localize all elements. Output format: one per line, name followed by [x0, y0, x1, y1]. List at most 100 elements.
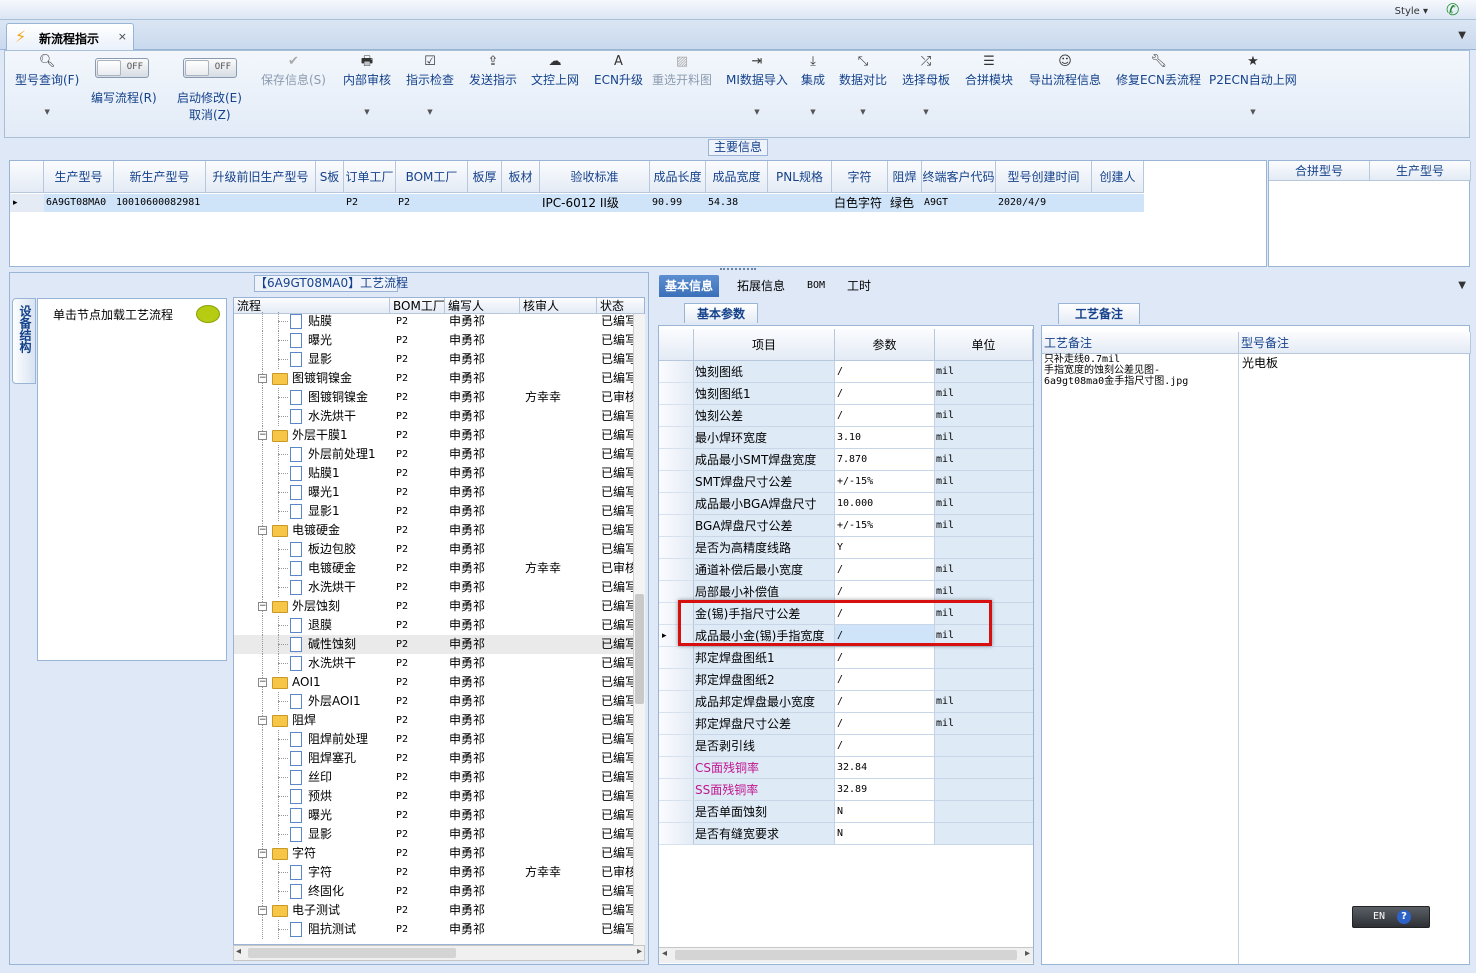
- send-button[interactable]: ⇪ 发送指示: [469, 54, 517, 88]
- tree-row[interactable]: 曝光 P2 申勇祁 已编写: [234, 806, 644, 825]
- column-header[interactable]: 验收标准: [540, 161, 650, 193]
- param-row[interactable]: 成品最小BGA焊盘尺寸 10.000 mil: [659, 493, 1033, 515]
- close-icon[interactable]: ×: [118, 30, 127, 43]
- chevron-down-icon[interactable]: ▼: [810, 108, 815, 116]
- param-row[interactable]: 是否单面蚀刻 N: [659, 801, 1033, 823]
- column-header[interactable]: 板厚: [468, 161, 502, 193]
- column-header[interactable]: 新生产型号: [114, 161, 206, 193]
- guide-check-button[interactable]: ☑ 指示检查 ▼: [406, 54, 454, 116]
- tree-row[interactable]: 水洗烘干 P2 申勇祁 已编写: [234, 578, 644, 597]
- merge-button[interactable]: ☰ 合拼模块: [965, 54, 1013, 88]
- edit-flow-toggle[interactable]: OFF: [95, 58, 149, 78]
- collapse-icon[interactable]: −: [258, 716, 267, 725]
- tree-horizontal-scrollbar[interactable]: ◂ ▸: [233, 945, 645, 961]
- param-value[interactable]: /: [835, 713, 935, 735]
- tree-row[interactable]: 字符 P2 申勇祁 方幸幸 已审核: [234, 863, 644, 882]
- collapse-icon[interactable]: −: [258, 678, 267, 687]
- param-value[interactable]: /: [835, 361, 935, 383]
- collapse-icon[interactable]: −: [258, 526, 267, 535]
- query-button[interactable]: 🔍︎ 型号查询(F) ▼: [15, 54, 79, 116]
- column-header[interactable]: 订单工厂: [344, 161, 396, 193]
- param-row[interactable]: 通道补偿后最小宽度 / mil: [659, 559, 1033, 581]
- table-cell[interactable]: [502, 194, 540, 212]
- collapse-icon[interactable]: −: [258, 602, 267, 611]
- tree-row[interactable]: − 图镀铜镍金 P2 申勇祁 已编写: [234, 369, 644, 388]
- column-header[interactable]: 型号创建时间: [996, 161, 1092, 193]
- tree-row[interactable]: 贴膜1 P2 申勇祁 已编写: [234, 464, 644, 483]
- scroll-left-icon[interactable]: ◂: [236, 946, 241, 957]
- collapse-icon[interactable]: −: [258, 431, 267, 440]
- table-cell[interactable]: [1092, 194, 1144, 212]
- param-row[interactable]: 蚀刻图纸1/mil: [659, 383, 1033, 405]
- scrollbar-thumb[interactable]: [248, 948, 456, 958]
- tree-row[interactable]: 阻焊塞孔 P2 申勇祁 已编写: [234, 749, 644, 768]
- param-value[interactable]: 7.870: [835, 449, 935, 471]
- tree-row[interactable]: 显影 P2 申勇祁 已编写: [234, 350, 644, 369]
- tree-row[interactable]: 曝光1 P2 申勇祁 已编写: [234, 483, 644, 502]
- param-value[interactable]: 3.10: [835, 427, 935, 449]
- table-cell[interactable]: A9GT: [922, 194, 996, 212]
- tab-basic-info[interactable]: 基本信息: [659, 275, 720, 297]
- style-menu[interactable]: Style ▾: [1395, 6, 1428, 17]
- param-value[interactable]: +/-15%: [835, 515, 935, 537]
- param-horizontal-scrollbar[interactable]: ◂ ▸: [659, 947, 1033, 963]
- table-cell[interactable]: 6A9GT08MA0: [44, 194, 114, 212]
- column-header[interactable]: 创建人: [1092, 161, 1144, 193]
- tab-extended-info[interactable]: 拓展信息: [731, 275, 791, 297]
- param-value[interactable]: Y: [835, 537, 935, 559]
- language-label[interactable]: EN: [1373, 911, 1385, 922]
- tree-row[interactable]: 显影1 P2 申勇祁 已编写: [234, 502, 644, 521]
- param-row[interactable]: 是否剥引线 /: [659, 735, 1033, 757]
- table-cell[interactable]: [468, 194, 502, 212]
- param-row[interactable]: 蚀刻公差 / mil: [659, 405, 1033, 427]
- tree-row[interactable]: 退膜 P2 申勇祁 已编写: [234, 616, 644, 635]
- tab-basic-params[interactable]: 基本参数: [684, 303, 758, 323]
- param-column-header[interactable]: 项目: [694, 329, 835, 361]
- column-header[interactable]: S板: [316, 161, 344, 193]
- column-header[interactable]: BOM工厂: [396, 161, 468, 193]
- upload-button[interactable]: ☁ 文控上网: [531, 54, 579, 88]
- param-value[interactable]: +/-15%: [835, 471, 935, 493]
- tree-row[interactable]: 终固化 P2 申勇祁 已编写: [234, 882, 644, 901]
- tree-row[interactable]: 阻焊前处理 P2 申勇祁 已编写: [234, 730, 644, 749]
- tree-row[interactable]: 预烘 P2 申勇祁 已编写: [234, 787, 644, 806]
- column-header[interactable]: 字符: [832, 161, 888, 193]
- param-row[interactable]: 邦定焊盘图纸1/: [659, 647, 1033, 669]
- tab-new-flow[interactable]: ⚡ 新流程指示 ×: [6, 23, 134, 50]
- param-value[interactable]: 32.89: [835, 779, 935, 801]
- tree-row[interactable]: − 外层干膜1 P2 申勇祁 已编写: [234, 426, 644, 445]
- table-cell[interactable]: P2: [396, 194, 468, 212]
- tree-row[interactable]: − 外层蚀刻 P2 申勇祁 已编写: [234, 597, 644, 616]
- table-cell[interactable]: 54.38: [706, 194, 768, 212]
- param-row[interactable]: 蚀刻图纸 / mil: [659, 361, 1033, 383]
- column-header[interactable]: 阻焊: [888, 161, 922, 193]
- compare-button[interactable]: ⤡ 数据对比 ▼: [839, 54, 887, 116]
- chevron-down-icon[interactable]: ▼: [44, 108, 49, 116]
- param-row[interactable]: 成品邦定焊盘最小宽度 / mil: [659, 691, 1033, 713]
- column-header[interactable]: 生产型号: [44, 161, 114, 193]
- mi-import-button[interactable]: ⇥ MI数据导入 ▼: [726, 54, 788, 116]
- table-cell[interactable]: [206, 194, 316, 212]
- collapse-icon[interactable]: −: [258, 849, 267, 858]
- chevron-down-icon[interactable]: ▼: [1458, 280, 1466, 291]
- tab-process-remarks[interactable]: 工艺备注: [1058, 303, 1140, 324]
- reselect-button[interactable]: ▨ 重选开料图: [652, 54, 712, 88]
- tree-vertical-scrollbar[interactable]: [633, 314, 645, 945]
- param-row[interactable]: CS面残铜率 32.84: [659, 757, 1033, 779]
- tree-row[interactable]: 图镀铜镍金 P2 申勇祁 方幸幸 已审核: [234, 388, 644, 407]
- column-header[interactable]: PNL规格: [768, 161, 832, 193]
- param-value[interactable]: /: [835, 691, 935, 713]
- cancel-button[interactable]: 取消(Z): [189, 106, 231, 123]
- param-row[interactable]: SS面残铜率 32.89: [659, 779, 1033, 801]
- tree-row[interactable]: 丝印 P2 申勇祁 已编写: [234, 768, 644, 787]
- chevron-down-icon[interactable]: ▼: [427, 108, 432, 116]
- tree-row[interactable]: 阻抗测试 P2 申勇祁 已编写: [234, 920, 644, 939]
- table-cell[interactable]: P2: [344, 194, 396, 212]
- export-button[interactable]: ☺ 导出流程信息: [1029, 54, 1101, 88]
- auto-edit-toggle[interactable]: OFF: [183, 58, 237, 78]
- param-row[interactable]: 邦定焊盘尺寸公差 / mil: [659, 713, 1033, 735]
- tab-work-hours[interactable]: 工时: [841, 275, 877, 297]
- param-column-header[interactable]: 单位: [935, 329, 1033, 361]
- p2ecn-button[interactable]: ★ P2ECN自动上网 ▼: [1209, 54, 1297, 116]
- tree-row[interactable]: − 电子测试 P2 申勇祁 已编写: [234, 901, 644, 920]
